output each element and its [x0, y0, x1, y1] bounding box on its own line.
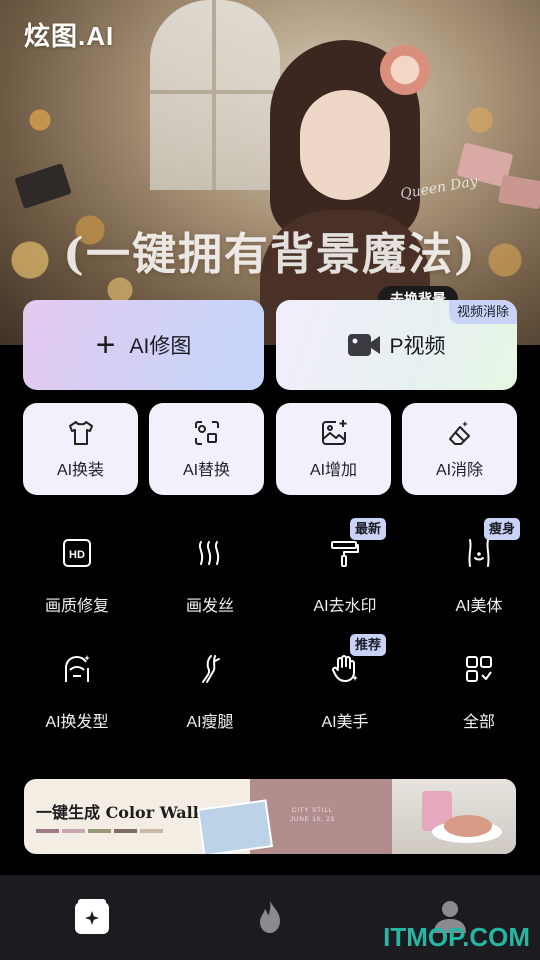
svg-text:HD: HD — [69, 549, 85, 561]
promo-mid-text: CITY STILL JUNE 10, 23 — [290, 808, 336, 823]
quality-repair-tool[interactable]: HD 画质修复 — [22, 518, 132, 618]
hero-title: (一键拥有背景魔法) — [63, 229, 477, 280]
tool-label: AI去水印 — [313, 598, 377, 615]
roller-icon — [331, 541, 359, 567]
ai-replace-label: AI替换 — [182, 462, 231, 479]
nav-hot-tab[interactable] — [250, 897, 290, 937]
body-beauty-tool[interactable]: AI美体 瘦身 — [424, 518, 534, 618]
promo-photo-bagel — [392, 779, 516, 854]
app-logo: 炫图.AI — [24, 21, 115, 51]
slim-legs-tool[interactable]: AI瘦腿 — [155, 634, 265, 734]
itmop-watermark: ITMOP.COM — [383, 922, 530, 952]
hd-icon: HD — [63, 539, 91, 567]
ai-add-label: AI增加 — [309, 462, 358, 479]
promo-title: 一键生成 Color Walk — [36, 803, 204, 822]
create-icon — [75, 899, 109, 934]
tool-label: 画质修复 — [44, 598, 109, 615]
tool-label: AI瘦腿 — [186, 714, 234, 731]
new-badge: 最新 — [349, 518, 386, 540]
ai-add-button[interactable]: AI增加 — [276, 403, 391, 495]
all-apps-icon — [466, 656, 492, 682]
tool-label: AI美手 — [321, 714, 369, 731]
remove-watermark-tool[interactable]: AI去水印 最新 — [290, 518, 400, 618]
all-tools[interactable]: 全部 — [424, 634, 534, 734]
ai-retouch-label: AI修图 — [129, 335, 192, 358]
video-camera-icon — [348, 334, 381, 356]
leg-icon — [202, 655, 220, 683]
ai-replace-button[interactable]: AI替换 — [149, 403, 264, 495]
flame-icon — [260, 900, 280, 933]
promo-photo-stack — [197, 799, 273, 854]
nav-create-tab[interactable] — [72, 897, 112, 937]
slim-badge: 瘦身 — [483, 518, 520, 540]
ai-outfit-label: AI换装 — [56, 462, 105, 479]
hairstyle-icon — [65, 655, 90, 682]
shirt-icon — [68, 421, 93, 445]
replace-icon — [194, 421, 219, 445]
hand-beauty-tool[interactable]: AI美手 推荐 — [290, 634, 400, 734]
image-add-icon — [321, 420, 346, 445]
hair-strands-tool[interactable]: 画发丝 — [155, 518, 265, 618]
ai-retouch-button[interactable]: + AI修图 — [23, 300, 264, 390]
hand-icon — [332, 655, 358, 682]
tool-label: 全部 — [462, 714, 495, 731]
p-video-label: P视频 — [389, 335, 446, 358]
eraser-icon — [448, 421, 470, 445]
ai-erase-button[interactable]: AI消除 — [402, 403, 517, 495]
recommend-badge: 推荐 — [349, 634, 386, 656]
ai-outfit-button[interactable]: AI换装 — [23, 403, 138, 495]
color-swatches — [36, 829, 163, 833]
video-erase-badge: 视频消除 — [448, 300, 517, 324]
tool-label: AI换发型 — [45, 714, 109, 731]
color-walk-promo-banner[interactable]: 一键生成 Color Walk CITY STILL JUNE 10, 23 — [24, 779, 516, 854]
tool-label: 画发丝 — [185, 598, 234, 615]
hairstyle-tool[interactable]: AI换发型 — [22, 634, 132, 734]
p-video-button[interactable]: P视频 视频消除 — [276, 300, 517, 390]
body-shape-icon — [468, 539, 490, 567]
plus-icon: + — [95, 326, 116, 364]
hair-strands-icon — [198, 541, 220, 565]
ai-erase-label: AI消除 — [435, 462, 484, 479]
tool-label: AI美体 — [455, 598, 503, 615]
promo-photo-pink: CITY STILL JUNE 10, 23 — [197, 779, 392, 854]
